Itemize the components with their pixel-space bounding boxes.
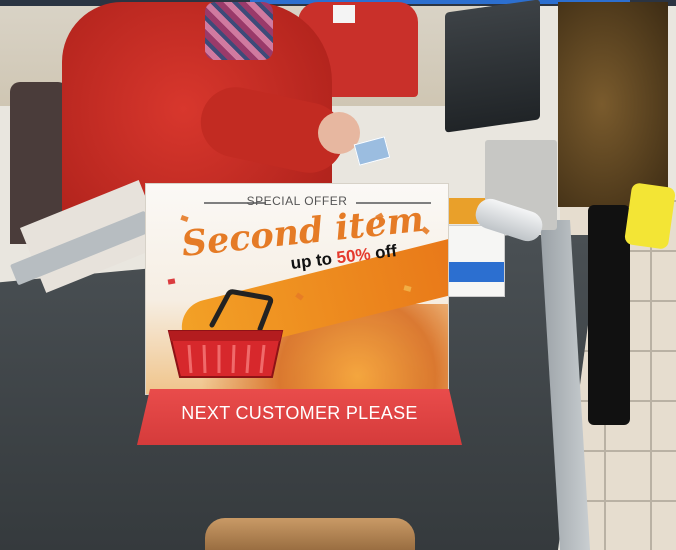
sign-base: NEXT CUSTOMER PLEASE [137,389,462,445]
shopping-basket-icon [167,289,284,378]
product-box [445,225,505,297]
payment-card [353,136,391,166]
discount-suffix: off [369,241,398,264]
checkout-counter-photo: SPECIAL OFFER Second item up to 50% off … [0,0,676,550]
wooden-object [205,518,415,550]
name-badge [333,5,355,23]
customer-fur-coat [558,2,668,207]
customer-legs [588,205,630,425]
confetti [180,214,189,223]
cashier-scarf [205,2,273,60]
discount-percent: 50% [335,244,372,268]
promo-sign: SPECIAL OFFER Second item up to 50% off [146,184,448,394]
yellow-shopping-bag [623,182,676,250]
confetti [167,278,176,285]
product-label [446,262,504,282]
next-customer-label: NEXT CUSTOMER PLEASE [181,403,418,423]
pos-terminal [445,0,540,133]
